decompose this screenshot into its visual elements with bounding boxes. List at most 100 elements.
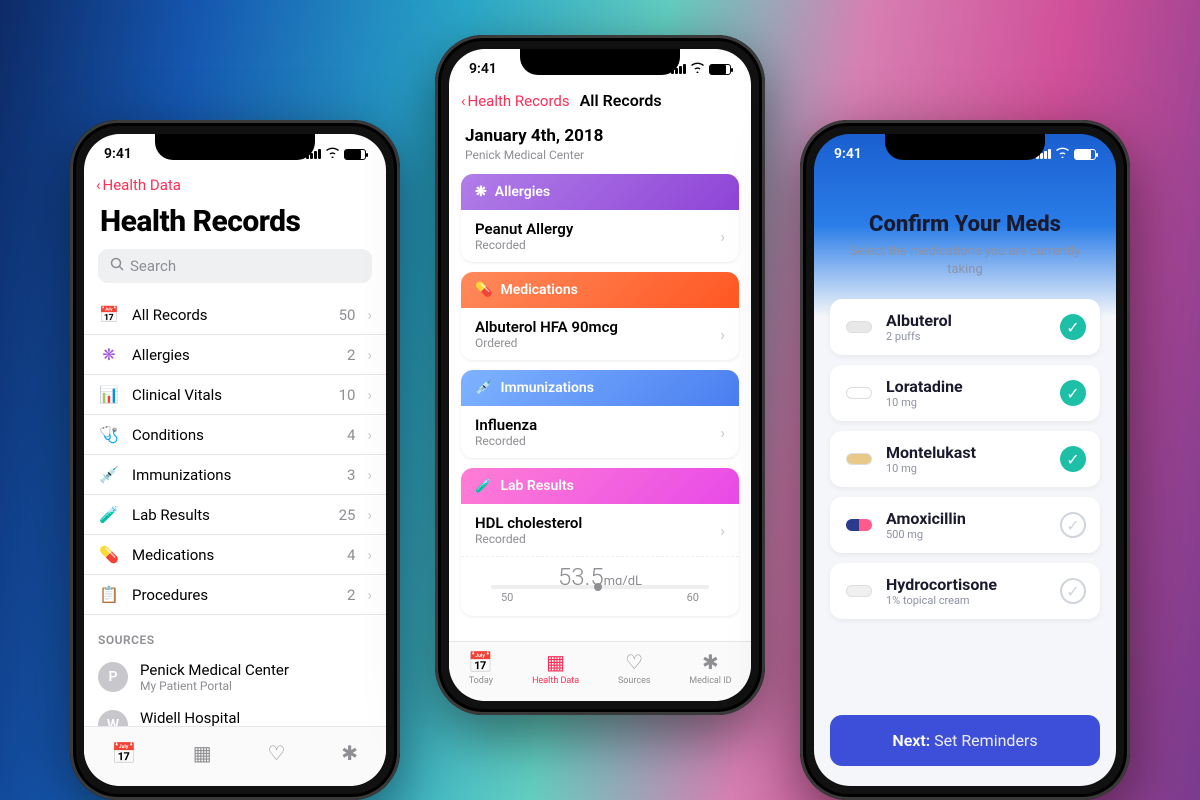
phone-all-records: 9:41 ‹ Health Records All Records Januar… <box>435 35 765 715</box>
tab-button[interactable]: ✱ Medical ID <box>689 650 731 686</box>
category-icon: 🩺 <box>98 425 120 444</box>
scale-low: 50 <box>501 591 513 604</box>
tab-icon: 📅 <box>468 650 493 674</box>
category-label: All Records <box>132 306 327 324</box>
category-row[interactable]: ❋ Allergies 2 › <box>84 335 386 375</box>
card-row[interactable]: Peanut Allergy Recorded › <box>461 210 739 262</box>
wifi-icon <box>1055 146 1070 162</box>
status-time: 9:41 <box>469 61 497 77</box>
notch <box>885 134 1045 160</box>
search-icon <box>110 257 124 275</box>
card-header-label: Allergies <box>495 184 550 200</box>
card-row[interactable]: HDL cholesterol Recorded › <box>461 504 739 556</box>
tab-button[interactable]: ▦ <box>193 741 212 765</box>
back-button[interactable]: ‹ Health Records <box>461 92 570 110</box>
category-row[interactable]: 🧪 Lab Results 25 › <box>84 495 386 535</box>
notch <box>155 134 315 160</box>
chevron-right-icon: › <box>367 546 372 564</box>
med-checkbox[interactable]: ✓ <box>1060 578 1086 604</box>
chevron-left-icon: ‹ <box>461 92 466 110</box>
category-count: 10 <box>339 386 356 404</box>
med-checkbox[interactable]: ✓ <box>1060 314 1086 340</box>
category-count: 2 <box>347 586 355 604</box>
tab-button[interactable]: ♡ <box>267 741 285 765</box>
back-button[interactable]: ‹ Health Data <box>96 176 374 194</box>
record-status: Recorded <box>475 434 720 448</box>
card-row[interactable]: Albuterol HFA 90mcg Ordered › <box>461 308 739 360</box>
card-header-icon: 💉 <box>475 380 492 396</box>
tab-button[interactable]: ♡ Sources <box>618 650 651 686</box>
tab-label: Health Data <box>532 676 579 686</box>
med-row[interactable]: Amoxicillin 500 mg ✓ <box>830 497 1100 553</box>
next-button[interactable]: Next: Set Reminders <box>830 715 1100 766</box>
category-row[interactable]: 📊 Clinical Vitals 10 › <box>84 375 386 415</box>
pill-icon <box>846 387 872 399</box>
record-card: ❋ Allergies Peanut Allergy Recorded › <box>461 174 739 262</box>
category-count: 3 <box>347 466 355 484</box>
card-header: 💉 Immunizations <box>461 370 739 406</box>
record-card: 💊 Medications Albuterol HFA 90mcg Ordere… <box>461 272 739 360</box>
med-row[interactable]: Montelukast 10 mg ✓ <box>830 431 1100 487</box>
category-icon: 📅 <box>98 305 120 324</box>
record-card: 💉 Immunizations Influenza Recorded › <box>461 370 739 458</box>
battery-icon <box>709 64 731 75</box>
notch <box>520 49 680 75</box>
med-checkbox[interactable]: ✓ <box>1060 380 1086 406</box>
category-row[interactable]: 📅 All Records 50 › <box>84 295 386 335</box>
category-row[interactable]: 🩺 Conditions 4 › <box>84 415 386 455</box>
status-time: 9:41 <box>104 146 132 162</box>
category-count: 4 <box>347 546 355 564</box>
source-name: Penick Medical Center <box>140 661 289 679</box>
category-row[interactable]: 💊 Medications 4 › <box>84 535 386 575</box>
med-row[interactable]: Albuterol 2 puffs ✓ <box>830 299 1100 355</box>
tab-icon: ▦ <box>193 741 212 765</box>
category-row[interactable]: 💉 Immunizations 3 › <box>84 455 386 495</box>
tab-button[interactable]: ✱ <box>341 741 358 765</box>
category-row[interactable]: 📋 Procedures 2 › <box>84 575 386 615</box>
tab-icon: ▦ <box>546 650 565 674</box>
chevron-right-icon: › <box>367 346 372 364</box>
med-checkbox[interactable]: ✓ <box>1060 446 1086 472</box>
card-header-label: Immunizations <box>500 380 594 396</box>
record-card: 🧪 Lab Results HDL cholesterol Recorded ›… <box>461 468 739 616</box>
chevron-right-icon: › <box>720 521 725 540</box>
record-status: Ordered <box>475 336 720 350</box>
med-name: Hydrocortisone <box>886 575 1048 594</box>
scale-high: 60 <box>687 591 699 604</box>
tab-icon: ♡ <box>267 741 285 765</box>
med-row[interactable]: Loratadine 10 mg ✓ <box>830 365 1100 421</box>
tab-bar: 📅 ▦ ♡ ✱ <box>84 726 386 786</box>
category-icon: 🧪 <box>98 505 120 524</box>
status-time: 9:41 <box>834 146 862 162</box>
source-badge: P <box>98 662 128 692</box>
card-header-label: Lab Results <box>500 478 573 494</box>
back-label: Health Data <box>103 176 181 194</box>
card-header-label: Medications <box>500 282 577 298</box>
chevron-left-icon: ‹ <box>96 176 101 194</box>
category-icon: 💉 <box>98 465 120 484</box>
chevron-right-icon: › <box>367 306 372 324</box>
page-title: Health Records <box>84 200 386 249</box>
source-row[interactable]: P Penick Medical Center My Patient Porta… <box>84 653 386 701</box>
tab-button[interactable]: 📅 <box>112 741 137 765</box>
record-status: Recorded <box>475 532 720 546</box>
med-name: Loratadine <box>886 377 1048 396</box>
chevron-right-icon: › <box>367 426 372 444</box>
category-icon: ❋ <box>98 345 120 364</box>
med-dose: 1% topical cream <box>886 594 1048 607</box>
wifi-icon <box>690 61 705 77</box>
tab-bar: 📅 Today ▦ Health Data ♡ Sources ✱ Medica… <box>449 641 751 701</box>
page-title: Confirm Your Meds <box>844 212 1086 237</box>
category-label: Conditions <box>132 426 335 444</box>
med-checkbox[interactable]: ✓ <box>1060 512 1086 538</box>
tab-button[interactable]: ▦ Health Data <box>532 650 579 686</box>
tab-button[interactable]: 📅 Today <box>468 650 493 686</box>
med-row[interactable]: Hydrocortisone 1% topical cream ✓ <box>830 563 1100 619</box>
card-header: 🧪 Lab Results <box>461 468 739 504</box>
card-row[interactable]: Influenza Recorded › <box>461 406 739 458</box>
search-input[interactable]: Search <box>98 249 372 283</box>
card-header-icon: ❋ <box>475 184 487 200</box>
med-dose: 10 mg <box>886 462 1048 475</box>
med-name: Montelukast <box>886 443 1048 462</box>
tab-icon: ✱ <box>341 741 358 765</box>
